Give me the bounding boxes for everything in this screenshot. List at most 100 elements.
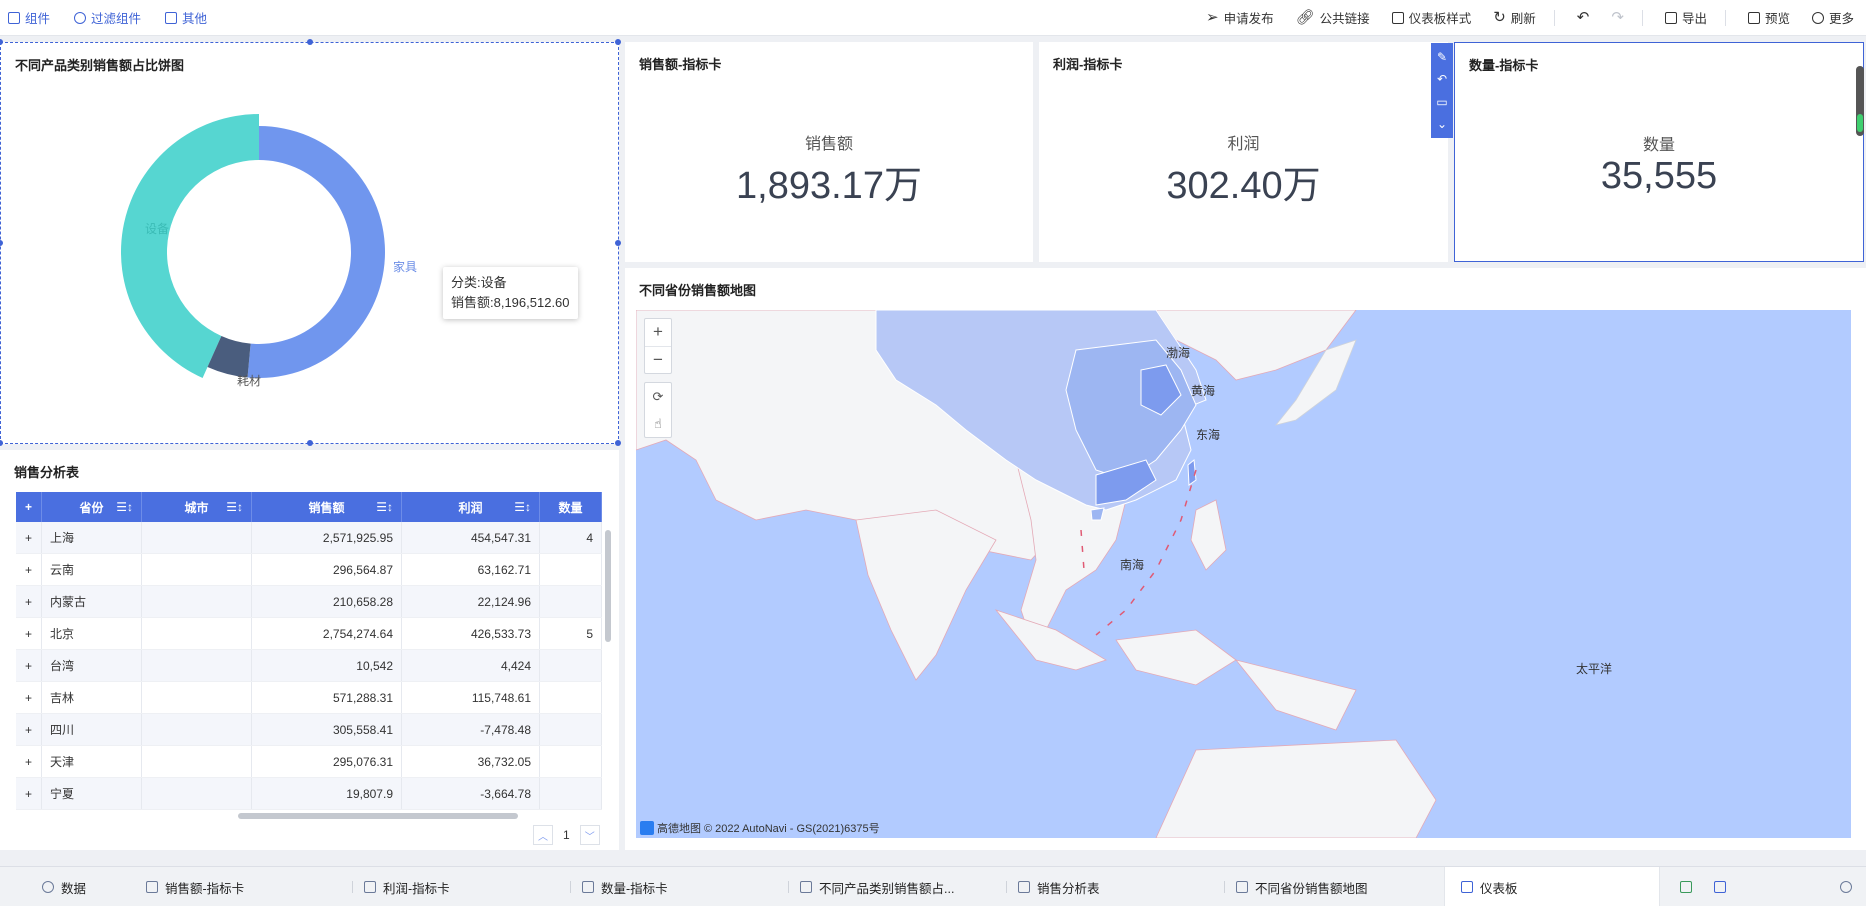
side-scroll-indicator[interactable] <box>1856 66 1864 136</box>
tab-pie-chart[interactable]: 不同产品类别销售额占... <box>800 867 954 906</box>
table-body: + 上海 2,571,925.95 454,547.31 4 + 云南 296,564.87 6… <box>16 522 602 810</box>
profit-kpi-value: 302.40万 <box>1166 165 1321 207</box>
redo-button[interactable]: ↷ <box>1611 10 1624 25</box>
publish-button[interactable]: ➢ 申请发布 <box>1206 8 1274 27</box>
tooltip-category: 分类:设备 <box>451 275 507 290</box>
tab-profit-kpi-label: 利润-指标卡 <box>383 881 450 896</box>
table-row[interactable]: + 云南 296,564.87 63,162.71 <box>16 554 602 586</box>
rotate-icon[interactable]: ⟳ <box>645 383 671 410</box>
page-number: 1 <box>563 828 570 842</box>
row-expand-button[interactable]: + <box>16 650 42 681</box>
add-chart-button[interactable] <box>1680 867 1692 906</box>
tab-profit-kpi[interactable]: 利润-指标卡 <box>364 867 450 906</box>
expand-all-button[interactable]: + <box>16 492 42 522</box>
pie-chart-panel[interactable]: 不同产品类别销售额占比饼图 设备 家具 耗材 分类:设备 销售额:8,196,512… <box>0 39 621 446</box>
toolbar-divider <box>1724 9 1726 26</box>
quantity-kpi-value: 35,555 <box>1600 155 1718 197</box>
table-vertical-scrollbar[interactable] <box>605 530 611 642</box>
zoom-in-button[interactable]: + <box>645 319 671 347</box>
export-button[interactable]: 导出 <box>1664 8 1707 27</box>
edit-icon[interactable]: ✎ <box>1437 51 1447 63</box>
cell-profit: 22,124.96 <box>402 586 540 617</box>
dashboard-icon <box>1461 881 1473 893</box>
dashboard-style-button[interactable]: 仪表板样式 <box>1391 8 1471 27</box>
pie-slice-device[interactable] <box>120 114 259 378</box>
tab-sales-table-label: 销售分析表 <box>1037 881 1100 896</box>
row-expand-button[interactable]: + <box>16 746 42 777</box>
table-row[interactable]: + 天津 295,076.31 36,732.05 <box>16 746 602 778</box>
tab-divider <box>788 881 789 893</box>
table-row[interactable]: + 北京 2,754,274.64 426,533.73 5 <box>16 618 602 650</box>
sales-kpi-card[interactable]: 销售额-指标卡 销售额 1,893.17万 <box>625 42 1033 262</box>
cell-city <box>142 650 252 681</box>
table-row[interactable]: + 台湾 10,542 4,424 <box>16 650 602 682</box>
preview-button[interactable]: 预览 <box>1747 8 1790 27</box>
table-row[interactable]: + 吉林 571,288.31 115,748.61 <box>16 682 602 714</box>
chart-icon <box>800 881 812 893</box>
cell-profit: 36,732.05 <box>402 746 540 777</box>
component-button[interactable]: 组件 <box>8 8 50 27</box>
tab-dashboard[interactable]: 仪表板 <box>1444 867 1660 906</box>
other-button[interactable]: 其他 <box>165 8 207 27</box>
table-row[interactable]: + 上海 2,571,925.95 454,547.31 4 <box>16 522 602 554</box>
filter-component-button[interactable]: 过滤组件 <box>74 8 141 27</box>
quantity-kpi-card[interactable]: 数量-指标卡 数量 35,555 <box>1454 42 1864 262</box>
refresh-button[interactable]: ↻ 刷新 <box>1493 8 1536 27</box>
tab-data-label: 数据 <box>61 881 87 896</box>
tab-quantity-kpi[interactable]: 数量-指标卡 <box>582 867 668 906</box>
header-province[interactable]: 省份 ☰↕ <box>42 492 142 522</box>
tab-sales-table[interactable]: 销售分析表 <box>1018 867 1100 906</box>
zoom-out-button[interactable]: − <box>645 347 671 374</box>
undo-button[interactable]: ↶ <box>1577 10 1590 25</box>
row-expand-button[interactable]: + <box>16 778 42 809</box>
header-profit[interactable]: 利润 ☰↕ <box>402 492 540 522</box>
hand-icon[interactable]: ☝ <box>645 410 671 437</box>
pie-tooltip: 分类:设备 销售额:8,196,512.60 <box>443 267 578 319</box>
row-expand-button[interactable]: + <box>16 554 42 585</box>
sort-icon[interactable]: ☰↕ <box>116 500 133 514</box>
profit-kpi-card[interactable]: 利润-指标卡 利润 302.40万 <box>1039 42 1448 262</box>
map-title: 不同省份销售额地图 <box>639 283 757 298</box>
cell-city <box>142 778 252 809</box>
more-button[interactable]: 更多 <box>1811 8 1854 27</box>
table-row[interactable]: + 宁夏 19,807.9 -3,664.78 <box>16 778 602 810</box>
collapse-tabs-button[interactable] <box>1840 867 1852 906</box>
public-link-button[interactable]: 🔗︎ 公共链接 <box>1296 8 1370 27</box>
sort-icon[interactable]: ☰↕ <box>376 500 393 514</box>
tab-map[interactable]: 不同省份销售额地图 <box>1236 867 1368 906</box>
header-qty[interactable]: 数量 <box>540 492 602 522</box>
row-expand-button[interactable]: + <box>16 682 42 713</box>
row-expand-button[interactable]: + <box>16 586 42 617</box>
style-icon <box>1391 11 1404 24</box>
sort-icon[interactable]: ☰↕ <box>226 500 243 514</box>
undo-icon[interactable]: ↶ <box>1437 73 1447 85</box>
province-sales-map[interactable]: 渤海 黄海 东海 南海 太平洋 <box>636 310 1851 838</box>
comment-icon[interactable]: ▭ <box>1436 96 1447 108</box>
refresh-icon: ↻ <box>1493 9 1506 26</box>
table-row[interactable]: + 内蒙古 210,658.28 22,124.96 <box>16 586 602 618</box>
sort-icon[interactable]: ☰↕ <box>514 500 531 514</box>
component-label: 组件 <box>25 12 51 26</box>
row-expand-button[interactable]: + <box>16 618 42 649</box>
chart-icon <box>582 881 594 893</box>
cell-province: 北京 <box>42 618 142 649</box>
header-sales[interactable]: 销售额 ☰↕ <box>252 492 402 522</box>
add-dashboard-button[interactable] <box>1714 867 1726 906</box>
page-next-button[interactable]: ﹀ <box>579 825 600 845</box>
row-expand-button[interactable]: + <box>16 714 42 745</box>
tab-divider <box>352 881 353 893</box>
tab-sales-kpi[interactable]: 销售额-指标卡 <box>146 867 244 906</box>
page-prev-button[interactable]: ︿ <box>533 825 553 845</box>
label-huanghai: 黄海 <box>1191 384 1216 398</box>
row-expand-button[interactable]: + <box>16 522 42 553</box>
table-horizontal-scrollbar[interactable] <box>238 813 518 819</box>
table-row[interactable]: + 四川 305,558.41 -7,478.48 <box>16 714 602 746</box>
filter-component-label: 过滤组件 <box>91 12 142 26</box>
chevron-down-icon[interactable]: ⌄ <box>1437 118 1447 130</box>
header-city[interactable]: 城市 ☰↕ <box>142 492 252 522</box>
cell-province: 天津 <box>42 746 142 777</box>
tab-data[interactable]: 数据 <box>42 867 86 906</box>
toolbar-divider <box>1641 9 1643 26</box>
pie-chart[interactable]: 设备家具耗材 <box>1 43 620 445</box>
pie-slice-furniture[interactable] <box>247 126 386 378</box>
